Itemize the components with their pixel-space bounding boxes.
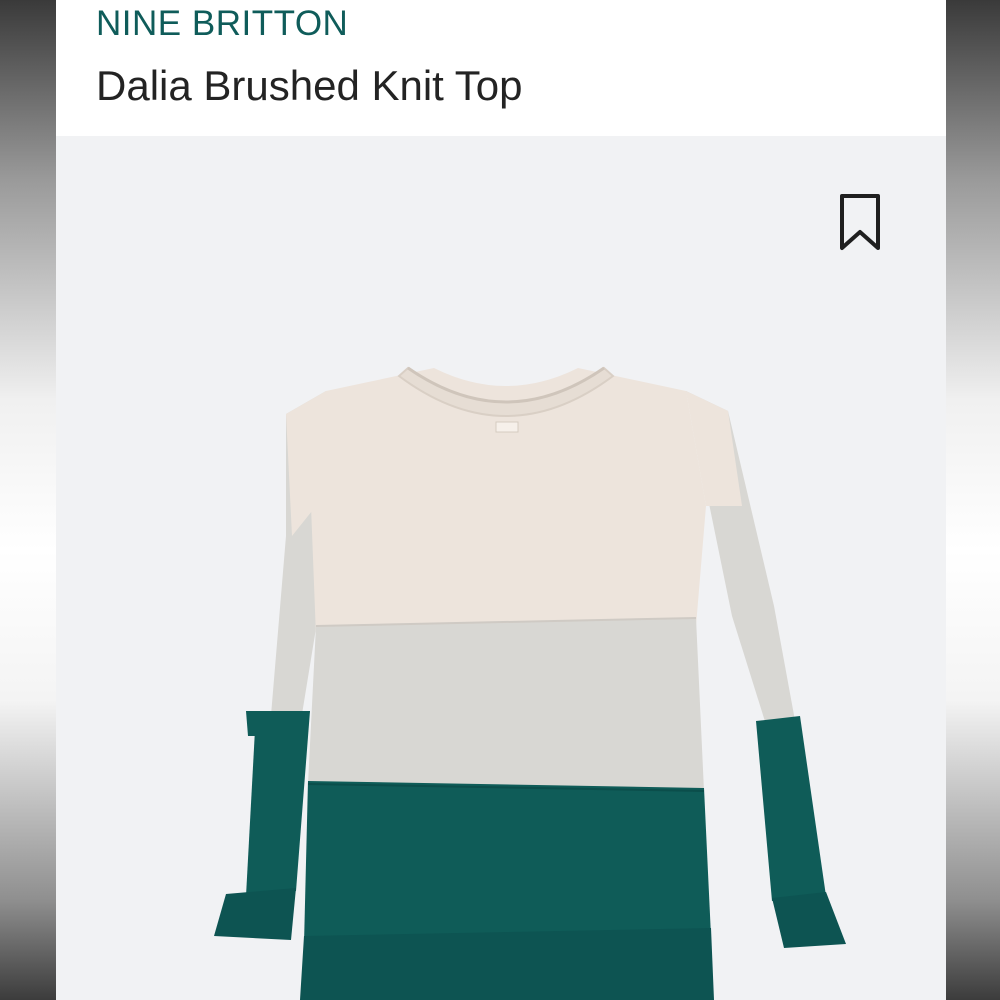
brand-name[interactable]: NINE BRITTON bbox=[96, 2, 348, 46]
body-bottom-stripe bbox=[304, 781, 711, 944]
body-middle-stripe bbox=[308, 618, 704, 791]
screenshot-frame: NINE BRITTON Dalia Brushed Knit Top bbox=[0, 0, 1000, 1000]
hem-band bbox=[300, 928, 714, 1000]
sweater-image bbox=[214, 366, 846, 1000]
right-blur-border bbox=[946, 0, 1000, 1000]
product-screen: NINE BRITTON Dalia Brushed Knit Top bbox=[56, 0, 946, 1000]
neck-label bbox=[495, 421, 519, 433]
bookmark-icon[interactable] bbox=[838, 192, 882, 252]
left-blur-border bbox=[0, 0, 56, 1000]
right-sleeve bbox=[686, 391, 846, 948]
product-image[interactable] bbox=[56, 136, 946, 1000]
product-title: Dalia Brushed Knit Top bbox=[96, 62, 523, 109]
product-header: NINE BRITTON Dalia Brushed Knit Top bbox=[56, 0, 946, 136]
